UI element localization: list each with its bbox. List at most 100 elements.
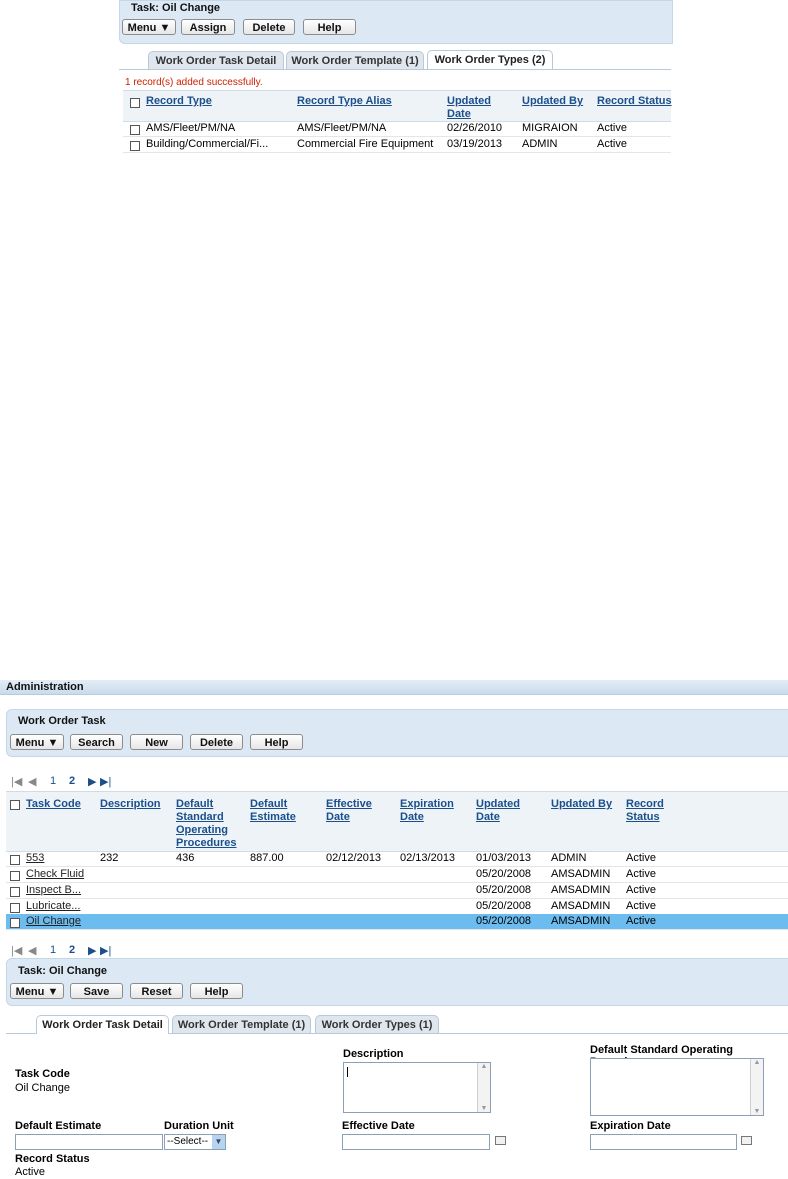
expiration-date-label: Expiration Date	[590, 1120, 671, 1132]
wot-delete-button[interactable]: Delete	[190, 734, 243, 750]
prev-page-icon[interactable]: ◀	[28, 775, 36, 788]
sop-scrollbar[interactable]: ▲ ▼	[750, 1059, 763, 1115]
detail-menu-label: Menu	[15, 986, 45, 998]
col-effective-date[interactable]: Effective Date	[326, 798, 376, 824]
top-delete-button[interactable]: Delete	[243, 19, 295, 35]
detail-tab-template[interactable]: Work Order Template (1)	[172, 1015, 311, 1033]
detail-help-button[interactable]: Help	[190, 983, 243, 999]
task-code-label: Task Code	[15, 1068, 70, 1080]
top-select-all-checkbox[interactable]	[130, 98, 140, 108]
top-tab-types[interactable]: Work Order Types (2)	[427, 50, 553, 69]
col-default-estimate[interactable]: Default Estimate	[250, 798, 300, 824]
top-assign-button[interactable]: Assign	[181, 19, 235, 35]
col-default-sop[interactable]: Default Standard Operating Procedures	[176, 798, 238, 850]
col-updated-date[interactable]: Updated Date	[476, 798, 526, 824]
prev-page-icon[interactable]: ◀	[28, 944, 36, 957]
scroll-up-icon[interactable]: ▲	[751, 1059, 763, 1066]
cell-status: Active	[597, 122, 627, 134]
cell-task-code-link[interactable]: Lubricate...	[26, 900, 80, 913]
table-row[interactable]	[6, 883, 788, 899]
wot-help-button[interactable]: Help	[250, 734, 303, 750]
duration-unit-label: Duration Unit	[164, 1120, 234, 1132]
calendar-icon[interactable]	[741, 1136, 752, 1145]
chevron-down-icon: ▼	[47, 737, 59, 749]
table-row[interactable]	[6, 851, 788, 867]
top-tab-template[interactable]: Work Order Template (1)	[286, 51, 424, 69]
sop-textarea[interactable]: ▲ ▼	[590, 1058, 764, 1116]
wot-new-button[interactable]: New	[130, 734, 183, 750]
admin-header-bar	[0, 680, 788, 695]
next-page-icon[interactable]: ▶	[88, 944, 96, 957]
default-estimate-input[interactable]	[15, 1134, 163, 1150]
row-checkbox[interactable]	[130, 125, 140, 135]
detail-menu-button[interactable]: Menu ▼	[10, 983, 64, 999]
cell-task-code-link[interactable]: 553	[26, 852, 44, 865]
next-page-icon[interactable]: ▶	[88, 775, 96, 788]
top-tab-task-detail[interactable]: Work Order Task Detail	[148, 51, 284, 69]
expiration-date-input[interactable]	[590, 1134, 737, 1150]
wot-menu-label: Menu	[15, 737, 45, 749]
last-page-icon[interactable]: ▶|	[100, 944, 111, 957]
cell-task-code-link[interactable]: Check Fluid	[26, 868, 84, 881]
col-description[interactable]: Description	[100, 798, 161, 811]
col-updated-by[interactable]: Updated By	[551, 798, 612, 811]
row-checkbox[interactable]	[10, 918, 20, 928]
row-checkbox[interactable]	[10, 855, 20, 865]
calendar-icon[interactable]	[495, 1136, 506, 1145]
wot-search-button[interactable]: Search	[70, 734, 123, 750]
row-checkbox[interactable]	[130, 141, 140, 151]
record-status-value: Active	[15, 1166, 45, 1178]
page-1-link[interactable]: 1	[50, 775, 56, 787]
top-menu-button[interactable]: Menu ▼	[122, 19, 176, 35]
top-task-name: Oil Change	[161, 2, 221, 14]
col-record-type-alias[interactable]: Record Type Alias	[297, 95, 392, 108]
wot-menu-button[interactable]: Menu ▼	[10, 734, 64, 750]
row-checkbox[interactable]	[10, 871, 20, 881]
admin-title: Administration	[6, 681, 84, 693]
top-help-button[interactable]: Help	[303, 19, 356, 35]
col-record-status[interactable]: Record Status	[626, 798, 676, 824]
text-cursor	[347, 1067, 348, 1077]
effective-date-input[interactable]	[342, 1134, 490, 1150]
row-checkbox[interactable]	[10, 887, 20, 897]
duration-unit-select[interactable]: --Select-- ▼	[164, 1134, 226, 1150]
detail-save-button[interactable]: Save	[70, 983, 123, 999]
wot-select-all-checkbox[interactable]	[10, 800, 20, 810]
cell-updated-date: 05/20/2008	[476, 900, 532, 912]
col-expiration-date[interactable]: Expiration Date	[400, 798, 455, 824]
last-page-icon[interactable]: ▶|	[100, 775, 111, 788]
col-record-status[interactable]: Record Status	[597, 95, 672, 108]
description-scrollbar[interactable]: ▲ ▼	[477, 1063, 490, 1112]
chevron-down-icon[interactable]: ▼	[212, 1135, 225, 1149]
detail-task-name: Oil Change	[48, 965, 108, 977]
top-task-title: Task: Oil Change	[131, 2, 220, 14]
row-checkbox[interactable]	[10, 903, 20, 913]
table-row[interactable]	[6, 899, 788, 915]
col-updated-by[interactable]: Updated By	[522, 95, 583, 108]
first-page-icon[interactable]: |◀	[11, 944, 22, 957]
detail-tab-task-detail[interactable]: Work Order Task Detail	[36, 1015, 169, 1034]
cell-status: Active	[626, 868, 656, 880]
scroll-down-icon[interactable]: ▼	[751, 1108, 763, 1115]
col-updated-date[interactable]: Updated Date	[447, 95, 497, 121]
detail-tab-types[interactable]: Work Order Types (1)	[315, 1015, 439, 1033]
col-task-code[interactable]: Task Code	[26, 798, 81, 811]
cell-updated-by: AMSADMIN	[551, 868, 611, 880]
chevron-down-icon: ▼	[159, 22, 171, 34]
scroll-down-icon[interactable]: ▼	[478, 1105, 490, 1112]
page-1-link[interactable]: 1	[50, 944, 56, 956]
table-row[interactable]	[6, 867, 788, 883]
description-textarea[interactable]: ▲ ▼	[343, 1062, 491, 1113]
detail-task-panel	[6, 958, 788, 1006]
cell-task-code-link[interactable]: Oil Change	[26, 915, 81, 928]
cell-sop: 436	[176, 852, 195, 864]
first-page-icon[interactable]: |◀	[11, 775, 22, 788]
table-row-selected[interactable]	[6, 914, 788, 930]
cell-updated-date: 01/03/2013	[476, 852, 532, 864]
page-2-current: 2	[69, 944, 76, 956]
cell-task-code-link[interactable]: Inspect B...	[26, 884, 81, 897]
col-record-type[interactable]: Record Type	[146, 95, 212, 108]
detail-reset-button[interactable]: Reset	[130, 983, 183, 999]
cell-updated-date: 05/20/2008	[476, 915, 532, 927]
scroll-up-icon[interactable]: ▲	[478, 1063, 490, 1070]
